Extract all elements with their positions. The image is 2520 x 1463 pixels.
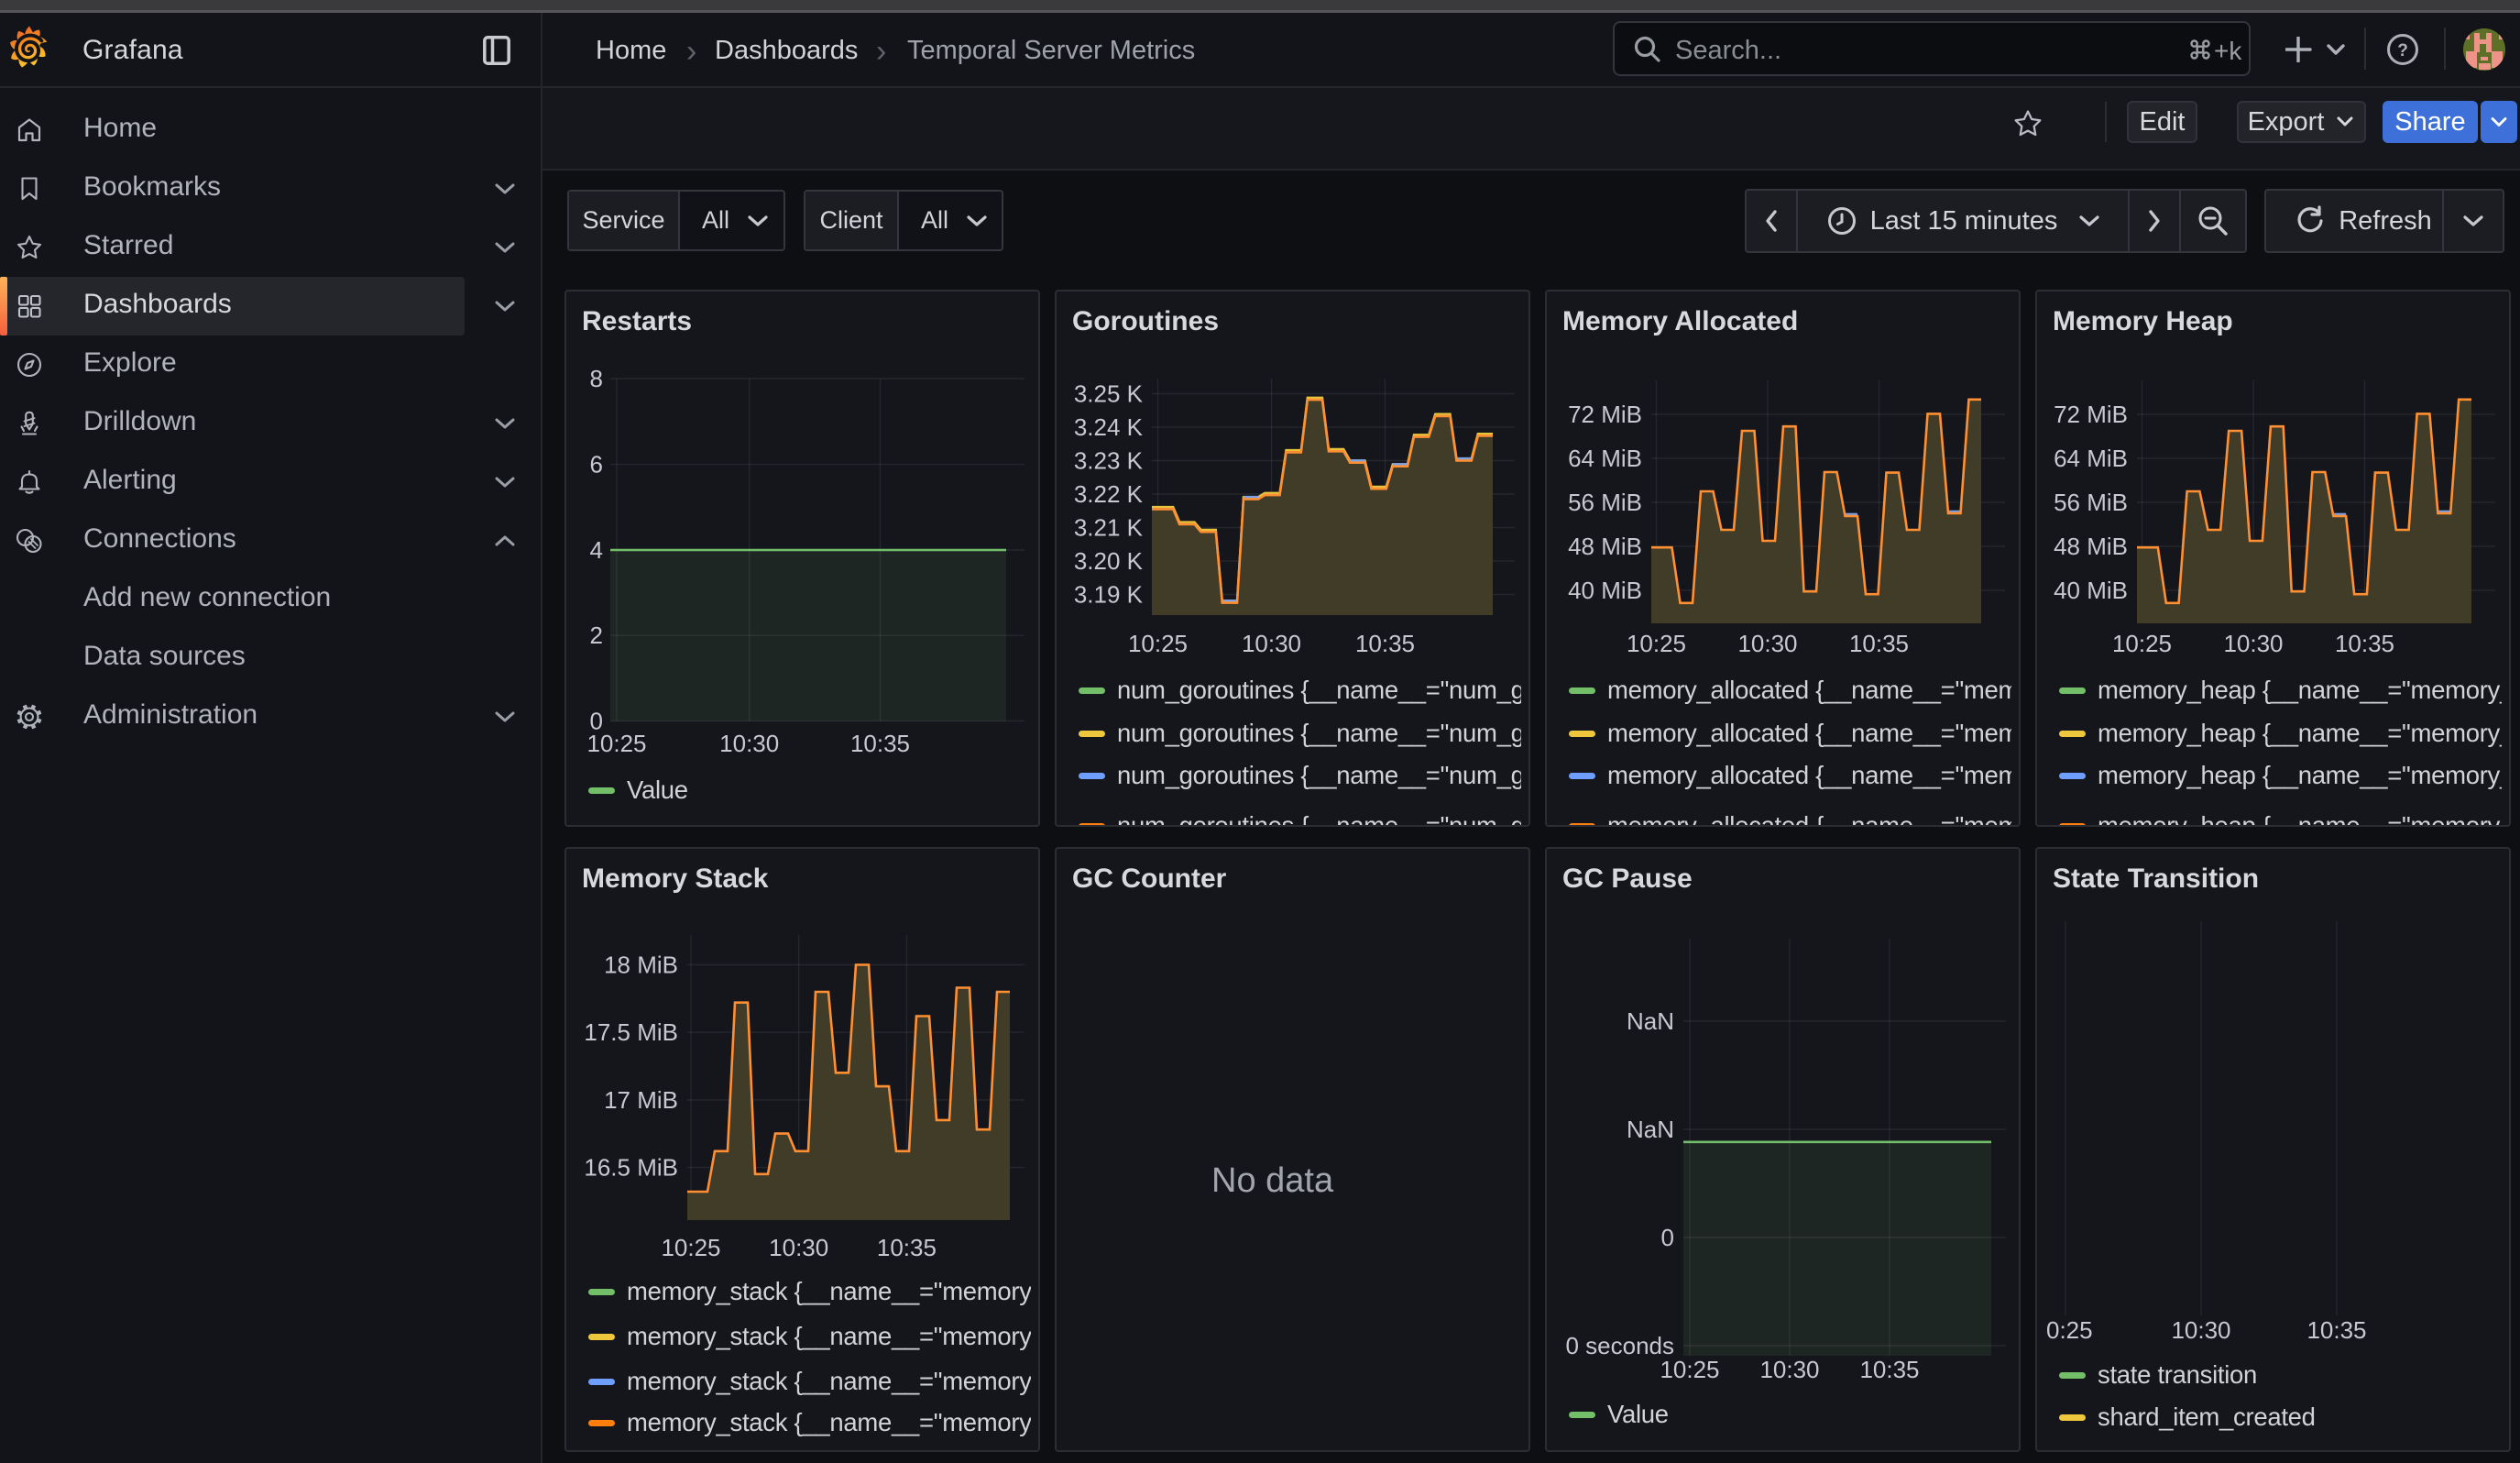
svg-text:10:35: 10:35 xyxy=(2335,630,2394,657)
svg-text:10:25: 10:25 xyxy=(1128,630,1188,657)
svg-text:10:35: 10:35 xyxy=(1859,1356,1919,1383)
svg-text:17 MiB: 17 MiB xyxy=(604,1086,678,1114)
svg-text:4: 4 xyxy=(590,536,603,564)
svg-text:NaN: NaN xyxy=(1627,1116,1674,1143)
svg-text:3.22 K: 3.22 K xyxy=(1074,480,1144,508)
svg-text:10:35: 10:35 xyxy=(2306,1316,2366,1344)
svg-text:3.24 K: 3.24 K xyxy=(1074,413,1144,441)
svg-text:18 MiB: 18 MiB xyxy=(604,952,678,979)
svg-text:40 MiB: 40 MiB xyxy=(1568,577,1642,604)
svg-text:10:30: 10:30 xyxy=(719,730,779,757)
svg-text:10:35: 10:35 xyxy=(877,1234,937,1261)
svg-text:0:25: 0:25 xyxy=(2046,1316,2093,1344)
svg-text:3.25 K: 3.25 K xyxy=(1074,380,1144,408)
svg-text:10:25: 10:25 xyxy=(1627,630,1686,657)
svg-text:3.21 K: 3.21 K xyxy=(1074,514,1144,542)
svg-text:72 MiB: 72 MiB xyxy=(1568,401,1642,428)
svg-text:10:25: 10:25 xyxy=(586,730,646,757)
svg-text:NaN: NaN xyxy=(1627,1007,1674,1035)
svg-text:10:30: 10:30 xyxy=(2171,1316,2230,1344)
svg-text:64 MiB: 64 MiB xyxy=(1568,445,1642,472)
svg-text:10:25: 10:25 xyxy=(1660,1356,1719,1383)
svg-text:8: 8 xyxy=(590,365,603,392)
svg-text:16.5 MiB: 16.5 MiB xyxy=(584,1154,678,1182)
svg-text:10:25: 10:25 xyxy=(2112,630,2172,657)
svg-text:10:35: 10:35 xyxy=(1355,630,1415,657)
svg-text:10:30: 10:30 xyxy=(1759,1356,1819,1383)
svg-text:40 MiB: 40 MiB xyxy=(2054,577,2128,604)
svg-text:0: 0 xyxy=(1661,1224,1674,1251)
svg-text:10:35: 10:35 xyxy=(1849,630,1909,657)
svg-text:48 MiB: 48 MiB xyxy=(2054,533,2128,560)
svg-text:6: 6 xyxy=(590,451,603,478)
svg-text:3.19 K: 3.19 K xyxy=(1074,581,1144,609)
svg-text:10:30: 10:30 xyxy=(1242,630,1301,657)
svg-text:56 MiB: 56 MiB xyxy=(1568,489,1642,516)
svg-text:10:25: 10:25 xyxy=(661,1234,720,1261)
svg-text:?: ? xyxy=(2397,41,2408,60)
svg-text:17.5 MiB: 17.5 MiB xyxy=(584,1018,678,1046)
svg-text:2: 2 xyxy=(590,622,603,649)
svg-text:10:35: 10:35 xyxy=(850,730,910,757)
svg-text:64 MiB: 64 MiB xyxy=(2054,445,2128,472)
svg-text:56 MiB: 56 MiB xyxy=(2054,489,2128,516)
svg-text:10:30: 10:30 xyxy=(1737,630,1797,657)
svg-text:3.20 K: 3.20 K xyxy=(1074,547,1144,575)
svg-text:0 seconds: 0 seconds xyxy=(1565,1332,1674,1359)
svg-text:48 MiB: 48 MiB xyxy=(1568,533,1642,560)
svg-text:72 MiB: 72 MiB xyxy=(2054,401,2128,428)
svg-text:3.23 K: 3.23 K xyxy=(1074,447,1144,475)
svg-text:10:30: 10:30 xyxy=(2223,630,2283,657)
svg-text:10:30: 10:30 xyxy=(769,1234,828,1261)
